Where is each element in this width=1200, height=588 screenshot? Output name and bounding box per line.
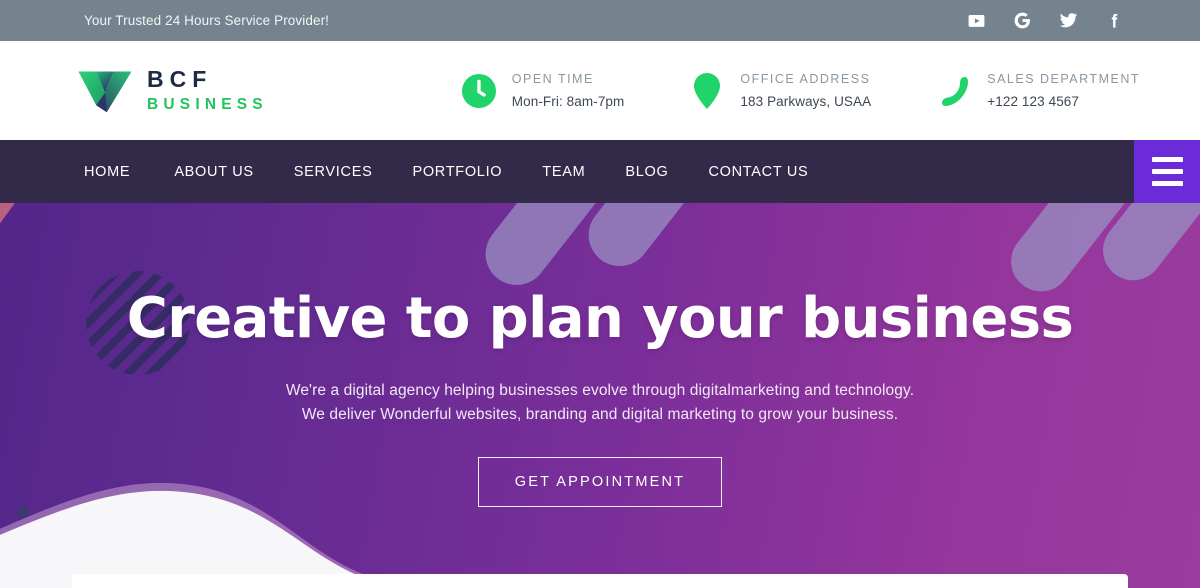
info-value: Mon-Fri: 8am-7pm (511, 93, 625, 109)
info-label: OPEN TIME (511, 72, 594, 86)
google-icon[interactable] (1012, 11, 1032, 31)
nav-item-services[interactable]: SERVICES (274, 164, 393, 180)
social-links (966, 11, 1124, 31)
hero-section: Creative to plan your business We're a d… (0, 203, 1200, 588)
map-pin-icon (688, 72, 726, 110)
youtube-icon[interactable] (966, 11, 986, 31)
get-appointment-button[interactable]: GET APPOINTMENT (477, 457, 723, 508)
header-info-group: OPEN TIME Mon-Fri: 8am-7pm OFFICE ADDRES… (460, 72, 1140, 110)
nav-item-portfolio[interactable]: PORTFOLIO (392, 164, 522, 180)
info-label: OFFICE ADDRESS (740, 72, 871, 86)
content-card-top-edge (72, 574, 1128, 588)
info-open-time: OPEN TIME Mon-Fri: 8am-7pm (460, 72, 625, 110)
info-value: +122 123 4567 (987, 93, 1080, 109)
logo[interactable]: BCF BUSINESS (76, 68, 268, 114)
main-navigation: HOME ABOUT US SERVICES PORTFOLIO TEAM BL… (0, 140, 1200, 203)
tagline: Your Trusted 24 Hours Service Provider! (84, 13, 330, 28)
nav-item-about-us[interactable]: ABOUT US (154, 164, 273, 180)
nav-item-contact-us[interactable]: CONTACT US (688, 164, 828, 180)
clock-icon (460, 72, 498, 110)
info-sales-department: SALES DEPARTMENT +122 123 4567 (935, 72, 1140, 110)
facebook-icon[interactable] (1104, 11, 1124, 31)
hero-subtitle-line1: We're a digital agency helping businesse… (285, 382, 915, 399)
info-office-address: OFFICE ADDRESS 183 Parkways, USAA (688, 72, 871, 110)
logo-primary: BCF (147, 66, 213, 93)
nav-item-team[interactable]: TEAM (522, 164, 605, 180)
hamburger-bar (1151, 169, 1183, 174)
twitter-icon[interactable] (1058, 11, 1078, 31)
hero-subtitle-line2: We deliver Wonderful websites, branding … (301, 406, 899, 424)
site-header: BCF BUSINESS OPEN TIME Mon-Fri: 8am-7pm … (0, 41, 1200, 140)
logo-mark-icon (78, 71, 132, 112)
info-value: 183 Parkways, USAA (740, 93, 872, 109)
nav-item-home[interactable]: HOME (84, 164, 154, 180)
top-bar: Your Trusted 24 Hours Service Provider! (0, 0, 1200, 41)
hamburger-menu-button[interactable] (1134, 140, 1200, 203)
hamburger-bar (1151, 181, 1183, 186)
info-label: SALES DEPARTMENT (987, 72, 1140, 86)
nav-items: HOME ABOUT US SERVICES PORTFOLIO TEAM BL… (0, 140, 828, 203)
hero-heading: Creative to plan your business (126, 286, 1074, 351)
hamburger-bar (1151, 157, 1183, 162)
nav-item-blog[interactable]: BLOG (605, 164, 688, 180)
hero-content: Creative to plan your business We're a d… (0, 203, 1200, 508)
phone-icon (935, 72, 973, 110)
logo-secondary: BUSINESS (147, 96, 268, 114)
